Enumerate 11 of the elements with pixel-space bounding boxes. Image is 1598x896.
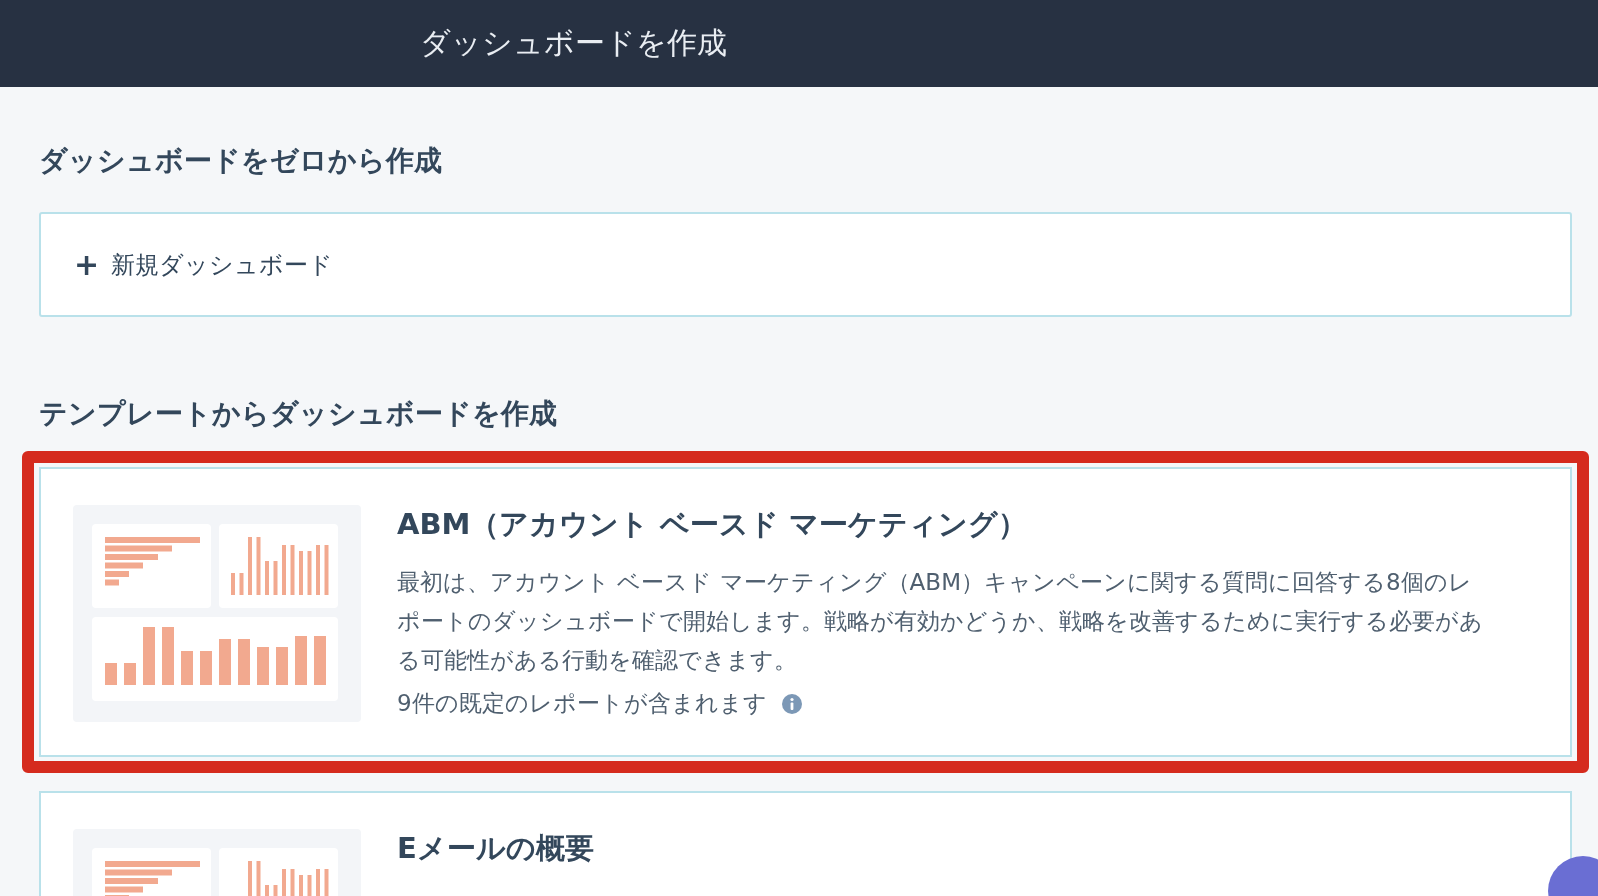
template-card[interactable]: ABM（アカウント ベースド マーケティング） 最初は、アカウント ベースド マーケティング（ABM）キャンペーンに関する質問に回答する8個のレポートのダッシュボードで開始します。戦略が有効かどうか、戦略を改善するために実行する必要がある可能性がある行動を確認できます。 9件の既定のレポートが含まれます (39, 467, 1572, 757)
template-card[interactable]: Eメールの概要 (39, 791, 1572, 896)
page-title: ダッシュボードを作成 (420, 24, 727, 62)
template-title: Eメールの概要 (397, 830, 595, 867)
template-title: ABM（アカウント ベースド マーケティング） (397, 506, 1028, 543)
section-heading: ダッシュボードをゼロから作成 (39, 143, 443, 179)
template-description: 最初は、アカウント ベースド マーケティング（ABM）キャンペーンに関する質問に回答する8個のレポートのダッシュボードで開始します。戦略が有効かどうか、戦略を改善するために実行する必要がある可能性がある行動を確認できます。 (397, 568, 1484, 675)
new-dashboard-button[interactable]: + 新規ダッシュボード (39, 212, 1572, 317)
report-count-text: 9件の既定のレポートが含まれます (397, 689, 767, 718)
section-heading: テンプレートからダッシュボードを作成 (39, 396, 558, 432)
info-icon[interactable] (780, 692, 803, 715)
